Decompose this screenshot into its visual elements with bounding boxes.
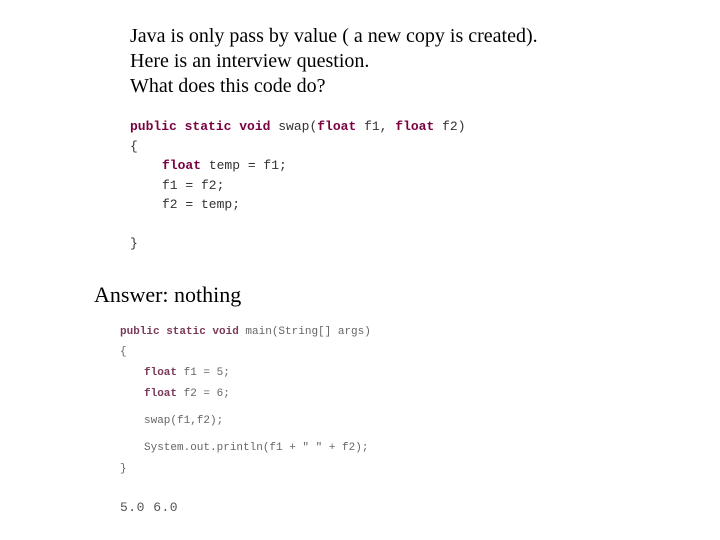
code-line: {: [130, 137, 620, 157]
answer-text: Answer: nothing: [94, 282, 620, 308]
code-line: System.out.println(f1 + " " + f2);: [120, 438, 620, 459]
code-text: f1,: [356, 119, 395, 134]
intro-line-3: What does this code do?: [130, 74, 620, 99]
intro-block: Java is only pass by value ( a new copy …: [130, 24, 620, 99]
code-text: f2): [434, 119, 465, 134]
code-line: public static void main(String[] args): [120, 322, 620, 343]
keyword: float: [395, 119, 434, 134]
code-text: swap(: [270, 119, 317, 134]
code-line: }: [130, 234, 620, 254]
code-line: float f1 = 5;: [120, 363, 620, 384]
code-text: f2 = 6;: [177, 388, 230, 400]
program-output: 5.0 6.0: [120, 500, 620, 515]
code-line: float temp = f1;: [130, 156, 620, 176]
keyword: float: [144, 388, 177, 400]
code-line: [130, 215, 620, 235]
code-line: swap(f1,f2);: [120, 411, 620, 432]
code-text: f1 = 5;: [177, 367, 230, 379]
keyword: public static void: [130, 119, 270, 134]
intro-line-1: Java is only pass by value ( a new copy …: [130, 24, 620, 49]
code-line: }: [120, 459, 620, 480]
code-line: float f2 = 6;: [120, 384, 620, 405]
code-line: {: [120, 342, 620, 363]
code-line: public static void swap(float f1, float …: [130, 117, 620, 137]
code-text: main(String[] args): [239, 326, 371, 338]
keyword: public static void: [120, 326, 239, 338]
code-line: f1 = f2;: [130, 176, 620, 196]
code-line: f2 = temp;: [130, 195, 620, 215]
slide-content: Java is only pass by value ( a new copy …: [0, 0, 720, 535]
keyword: float: [162, 158, 201, 173]
keyword: float: [317, 119, 356, 134]
keyword: float: [144, 367, 177, 379]
code-snippet-main: public static void main(String[] args) {…: [120, 322, 620, 480]
code-text: temp = f1;: [201, 158, 287, 173]
intro-line-2: Here is an interview question.: [130, 49, 620, 74]
code-snippet-swap: public static void swap(float f1, float …: [130, 117, 620, 254]
